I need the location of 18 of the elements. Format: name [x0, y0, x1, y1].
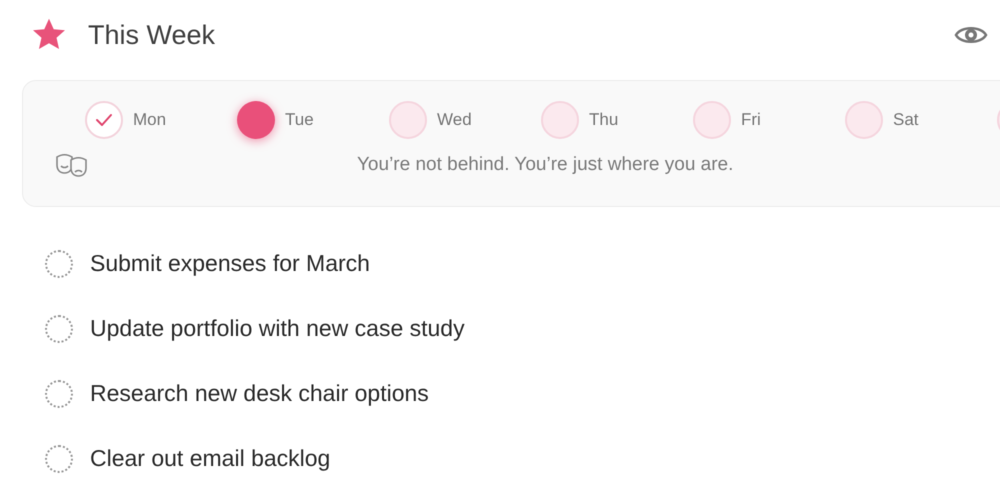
day-label: Fri — [741, 109, 761, 132]
day-label: Wed — [437, 109, 472, 132]
task-checkbox[interactable] — [45, 250, 73, 278]
task-label: Clear out email backlog — [90, 444, 330, 474]
task-label: Research new desk chair options — [90, 379, 429, 408]
day-label: Sat — [893, 109, 919, 132]
day-label: Mon — [133, 109, 166, 132]
task-checkbox[interactable] — [45, 314, 73, 342]
task-checkbox[interactable] — [45, 444, 73, 472]
day-label: Tue — [285, 109, 314, 132]
task-checkbox[interactable] — [45, 380, 73, 408]
check-icon — [95, 113, 113, 127]
day-label: Thu — [589, 109, 618, 132]
quote-text: You’re not behind. You’re just where you are. — [357, 153, 734, 177]
star-icon — [31, 18, 67, 52]
page-title: This Week — [88, 18, 216, 52]
task-label: Submit expenses for March — [90, 249, 370, 278]
task-label: Update portfolio with new case study — [90, 314, 465, 344]
